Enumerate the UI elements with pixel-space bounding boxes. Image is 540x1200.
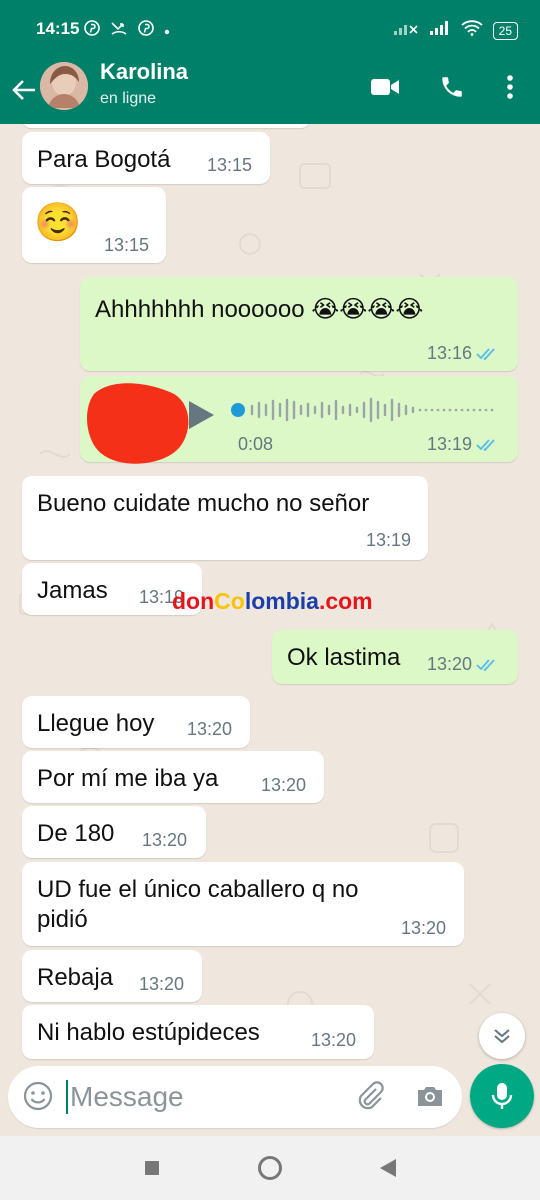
message-time: 13:19 (427, 434, 498, 456)
home-button[interactable] (254, 1152, 286, 1184)
message-time: 13:20 (311, 1030, 357, 1050)
message-bubble[interactable]: UD fue el único caballero q no pidió 13:… (22, 862, 464, 946)
read-receipt-icon (476, 344, 498, 365)
message-bubble[interactable]: Ahhhhhhh noooooo 😭😭😭😭 13:16 (80, 277, 518, 371)
voice-duration: 0:08 (238, 434, 274, 454)
message-text: Ni hablo estúpideces (37, 1019, 260, 1046)
voice-record-button[interactable] (470, 1064, 534, 1128)
message-bubble[interactable]: Para Bogotá 13:15 (22, 132, 270, 184)
contact-status: en ligne (100, 90, 157, 107)
message-emoji: ☺️ (34, 202, 82, 244)
attach-button[interactable] (354, 1080, 386, 1112)
message-bubble[interactable]: ☺️ 13:15 (22, 187, 166, 263)
message-bubble[interactable]: Ni hablo estúpideces 13:20 (22, 1005, 374, 1059)
message-time: 13:20 (139, 974, 185, 994)
dot-icon (164, 22, 170, 40)
status-time: 14:15 (36, 19, 80, 38)
paperclip-icon (358, 1081, 384, 1110)
message-text: Por mí me iba ya (37, 765, 219, 792)
emoji-icon (23, 1081, 53, 1111)
signal-off-icon (393, 20, 419, 41)
read-receipt-icon (476, 435, 498, 456)
signal-icon (429, 20, 451, 41)
message-time: 13:20 (427, 654, 498, 676)
message-time: 13:16 (427, 343, 498, 365)
message-time: 13:20 (187, 719, 233, 739)
missed-call-icon (110, 20, 128, 41)
message-text: Rebaja (37, 964, 114, 991)
message-text-line1: UD fue el único caballero q no (37, 876, 359, 903)
status-bar: 14:15 25 (0, 0, 540, 58)
voice-waveform[interactable] (230, 396, 500, 431)
voice-call-button[interactable] (435, 70, 469, 104)
message-bubble[interactable]: Bueno cuidate mucho no señor 13:19 (22, 476, 428, 560)
message-text: Bueno cuidate mucho no señor (37, 490, 370, 517)
message-input[interactable] (66, 1080, 336, 1114)
voice-message-bubble[interactable]: 0:08 13:19 (80, 376, 518, 464)
message-bubble[interactable]: Llegue hoy 13:20 (22, 696, 250, 748)
back-nav-button[interactable] (372, 1152, 404, 1184)
message-text: Ahhhhhhh noooooo 😭😭😭😭 (95, 296, 424, 323)
emoji-button[interactable] (22, 1080, 54, 1112)
contact-name[interactable]: Karolina (100, 59, 188, 85)
message-bubble-partial[interactable] (22, 124, 310, 128)
message-time: 13:15 (207, 155, 253, 175)
triangle-back-icon (380, 1159, 396, 1177)
scroll-to-bottom-button[interactable] (479, 1013, 525, 1059)
pinterest-icon (138, 20, 154, 41)
circle-icon (258, 1156, 282, 1180)
camera-button[interactable] (414, 1080, 446, 1112)
back-arrow-icon (12, 80, 35, 100)
square-icon (145, 1161, 159, 1175)
play-icon (189, 401, 214, 429)
microphone-icon (491, 1083, 513, 1109)
message-time: 13:20 (401, 918, 447, 938)
double-chevron-down-icon (494, 1029, 510, 1044)
read-receipt-icon (476, 655, 498, 676)
message-input-container[interactable] (8, 1066, 462, 1128)
message-time: 13:20 (142, 830, 188, 850)
phone-icon (442, 77, 462, 97)
status-left-icons (84, 20, 170, 41)
message-text: Ok lastima (287, 644, 401, 671)
recents-button[interactable] (136, 1152, 168, 1184)
pinterest-icon (84, 20, 100, 41)
system-nav-bar (0, 1136, 540, 1200)
redacted-avatar-scribble (84, 374, 194, 473)
message-text-line2: pidió (37, 906, 88, 933)
message-bubble[interactable]: Ok lastima 13:20 (272, 630, 518, 684)
battery-indicator: 25 (492, 21, 518, 40)
message-bubble[interactable]: Por mí me iba ya 13:20 (22, 751, 324, 803)
message-text: Para Bogotá (37, 146, 171, 173)
contact-avatar[interactable] (40, 62, 88, 110)
composer-bar (0, 1064, 540, 1136)
message-time: 13:20 (261, 775, 307, 795)
message-time: 13:15 (104, 235, 150, 255)
back-button[interactable] (8, 70, 40, 110)
watermark: donColombia.com (172, 588, 373, 614)
message-bubble[interactable]: De 180 13:20 (22, 806, 206, 858)
wifi-icon (461, 20, 483, 41)
message-time: 13:19 (366, 530, 412, 550)
kebab-menu-icon (507, 75, 513, 99)
video-camera-icon (371, 79, 399, 95)
message-text: Jamas (37, 577, 108, 604)
message-text: Llegue hoy (37, 710, 155, 737)
status-right-icons: 25 (393, 20, 518, 41)
chat-header: Karolina en ligne (0, 58, 540, 124)
message-bubble[interactable]: Rebaja 13:20 (22, 950, 202, 1002)
play-button[interactable] (186, 398, 216, 439)
chat-area[interactable]: Para Bogotá 13:15 ☺️ 13:15 Ahhhhhhh nooo… (0, 124, 540, 1064)
camera-icon (418, 1087, 442, 1106)
video-call-button[interactable] (368, 70, 402, 104)
message-text: De 180 (37, 820, 115, 847)
more-options-button[interactable] (493, 70, 527, 104)
